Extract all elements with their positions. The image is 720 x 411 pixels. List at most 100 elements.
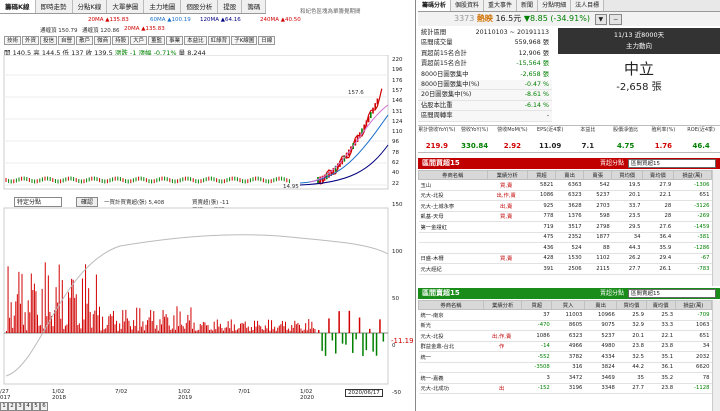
- buy-scrollbar[interactable]: [712, 170, 720, 286]
- table-row[interactable]: 475 2352 1877 34 36.4 -381: [418, 232, 712, 243]
- analysis-tab[interactable]: 法人目標: [571, 0, 605, 11]
- table-row[interactable]: 凱基-天母 買,賣 778 1376 598 23.5 28 -269: [418, 211, 712, 222]
- toolbar-button[interactable]: 董監: [148, 36, 166, 45]
- stat-key: 8000日圖張集中(%): [421, 80, 480, 88]
- net-bar: [23, 324, 25, 333]
- column-header[interactable]: 損益(萬): [672, 170, 713, 180]
- table-row[interactable]: 元大經紀 391 2506 2115 27.7 26.1 -783: [418, 263, 712, 275]
- broker-chart[interactable]: [0, 206, 416, 390]
- table-cell: 23.5: [611, 211, 643, 222]
- analysis-tab[interactable]: 重大事件: [484, 0, 518, 11]
- chart-tab[interactable]: 分點K線: [72, 0, 108, 13]
- stat-key: 統計區間: [421, 29, 447, 36]
- net-bar: [126, 318, 128, 333]
- chart-tab[interactable]: 即時走勢: [35, 0, 73, 13]
- chart-tab[interactable]: 籌碼: [242, 0, 267, 13]
- column-header[interactable]: 買均價: [611, 170, 643, 180]
- chart-tab[interactable]: 主力地圖: [144, 0, 182, 13]
- price-tick: 131: [392, 108, 403, 115]
- toolbar-button[interactable]: 日線: [258, 36, 276, 45]
- chart-tab[interactable]: 大單夢圖: [107, 0, 145, 13]
- sell-range-select[interactable]: 區間賣超15: [628, 289, 716, 298]
- table-cell: 26.1: [642, 263, 674, 275]
- column-header[interactable]: 業績分析: [483, 300, 523, 310]
- table-row[interactable]: 第一金證紅 719 3517 2798 29.5 27.6 -1459: [418, 221, 712, 233]
- toolbar-button[interactable]: 投信: [40, 36, 58, 45]
- page-button[interactable]: 6: [40, 402, 48, 411]
- page-button[interactable]: 1: [0, 402, 8, 411]
- toolbar-button[interactable]: 持股: [112, 36, 130, 45]
- chart-note: 和紀色區塊為單籌覺期間: [300, 9, 361, 15]
- table-row[interactable]: 群益金鼎-台北作 -14 4966 4980 23.8 23.8 34: [418, 341, 712, 352]
- column-header[interactable]: 買入: [551, 300, 585, 310]
- analysis-tab[interactable]: 籌碼分析: [418, 0, 452, 11]
- stat-value: -8.61 %: [524, 91, 549, 99]
- toolbar-button[interactable]: 微商: [94, 36, 112, 45]
- column-header[interactable]: 買均價: [616, 300, 647, 310]
- price-chart[interactable]: 157.6 14.95: [0, 55, 416, 195]
- table-header: 券商名稱 業績分析 買超 賣出 賣張 買均價 賣均價 損益(萬): [418, 170, 713, 180]
- broker-tick: 100: [392, 249, 403, 255]
- table-row[interactable]: 統一-南京 37 11003 10966 25.9 25.3 -709: [418, 309, 712, 321]
- buy-range-select[interactable]: 區間買超15: [628, 159, 716, 168]
- analysis-tab[interactable]: 分點明細: [538, 0, 572, 11]
- date-line2: 2019: [178, 395, 192, 401]
- table-cell: 2352: [555, 232, 584, 243]
- table-cell: -470: [521, 320, 552, 331]
- table-row[interactable]: -3508 316 3824 44.2 36.1 6620: [418, 362, 712, 373]
- column-header[interactable]: 券商名稱: [417, 300, 485, 310]
- column-header[interactable]: 損益(萬): [674, 300, 713, 310]
- chart-window: 籌碼K線 即時走勢 分點K線 大單夢圖 主力地圖 個股分析 提股 籌碼 20MA ▲135.8…: [0, 0, 416, 411]
- toolbar-button[interactable]: 自營: [58, 36, 76, 45]
- page-button[interactable]: 3: [16, 402, 24, 411]
- column-header[interactable]: 賣均價: [642, 170, 674, 180]
- table-row[interactable]: 436 524 88 44.3 35.9 -1286: [418, 242, 712, 254]
- collapse-icon[interactable]: ▼: [594, 14, 608, 25]
- column-header[interactable]: 業績分析: [486, 170, 528, 180]
- table-row[interactable]: 元大-北投 出,作,賣 1086 6323 5237 20.1 22.1 651: [418, 330, 712, 342]
- toolbar-button[interactable]: 子K線圖: [231, 36, 258, 45]
- toolbar-button[interactable]: 技術: [4, 36, 22, 45]
- net-bar: [318, 330, 320, 333]
- analysis-tabs: 籌碼分析 個股資料 重大事件 新聞 分點明細 法人目標: [418, 0, 720, 12]
- toolbar-button[interactable]: 外資: [22, 36, 40, 45]
- table-cell: [418, 232, 488, 243]
- page-button[interactable]: 2: [8, 402, 16, 411]
- chart-tab[interactable]: 籌碼K線: [0, 0, 36, 13]
- table-row[interactable]: 新光 -470 8605 9075 32.9 33.3 1063: [418, 320, 712, 331]
- analysis-tab[interactable]: 個股資料: [451, 0, 485, 11]
- net-bar: [285, 321, 286, 333]
- column-header[interactable]: 賣出: [583, 300, 618, 310]
- table-row[interactable]: 日盛-木柵 買,賣 428 1530 1102 26.2 29.4 -67: [418, 253, 712, 264]
- toolbar-button[interactable]: 散戶: [76, 36, 94, 45]
- sell-scrollbar[interactable]: [712, 300, 720, 411]
- chart-tab[interactable]: 個股分析: [181, 0, 219, 13]
- analysis-tab[interactable]: 新聞: [517, 0, 539, 11]
- toolbar-button[interactable]: 事業: [166, 36, 184, 45]
- sell-section-title: 區間賣超15: [422, 289, 460, 297]
- table-row[interactable]: 統一 -552 3782 4334 32.5 35.1 2032: [418, 351, 712, 363]
- chart-tab[interactable]: 提股: [218, 0, 243, 13]
- column-header[interactable]: 賣出: [554, 170, 585, 180]
- table-row[interactable]: 元大-北成功出 -152 3196 3348 27.7 23.8 -1128: [418, 383, 712, 394]
- table-row[interactable]: 元大-北投 出,作,賣 1086 6323 5237 20.1 22.1 651: [418, 190, 712, 201]
- column-header[interactable]: 賣張: [583, 170, 613, 180]
- page-button[interactable]: 4: [24, 402, 32, 411]
- table-row[interactable]: 統一-嘉義 3 3472 3469 35 35.2 78: [418, 372, 712, 384]
- quote-bar: 3373 熱映 16.5元 ▼8.85 (-34.91%) ▼ −: [418, 12, 720, 26]
- metric-header: ROE(近4季): [687, 127, 715, 133]
- toolbar-button[interactable]: 紅綠背: [207, 36, 231, 45]
- table-cell: 1877: [583, 232, 612, 243]
- column-header[interactable]: 券商名稱: [418, 170, 488, 180]
- toolbar-button[interactable]: 大戶: [130, 36, 148, 45]
- column-header[interactable]: 賣均價: [645, 300, 676, 310]
- page-button[interactable]: 5: [32, 402, 40, 411]
- table-row[interactable]: 元大-土城永寧 出,賣 925 3628 2703 33.7 28 -3126: [418, 200, 712, 212]
- minimize-icon[interactable]: −: [609, 14, 623, 25]
- table-cell: 36.4: [642, 232, 674, 243]
- table-cell: 29.5: [611, 221, 643, 233]
- column-header[interactable]: 買超: [521, 300, 553, 310]
- table-row[interactable]: 玉山 買,賣 5821 6363 542 19.5 27.9 -1306: [418, 179, 712, 191]
- column-header[interactable]: 買超: [526, 170, 557, 180]
- toolbar-button[interactable]: 本益比: [184, 36, 207, 45]
